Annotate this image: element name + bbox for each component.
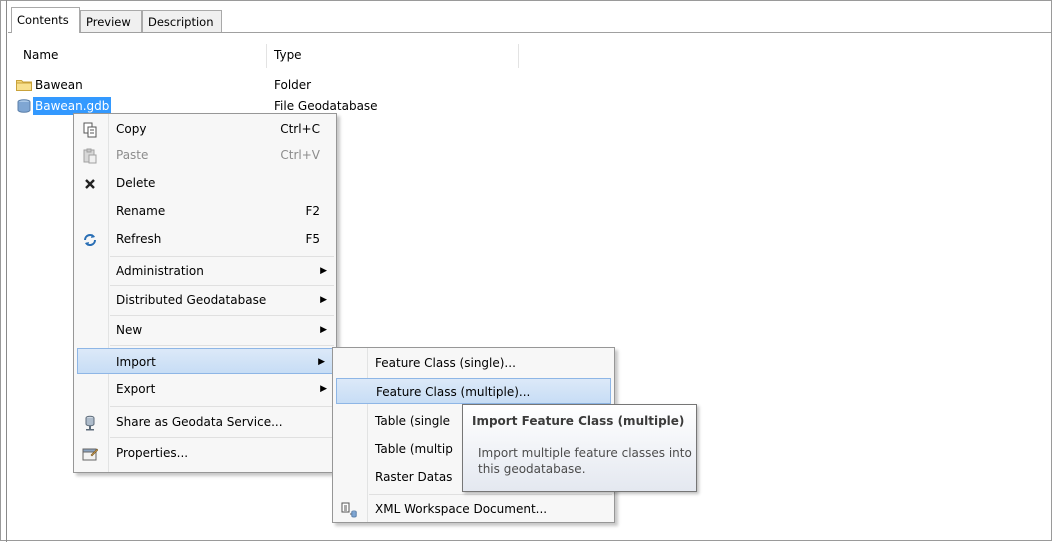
delete-icon xyxy=(82,175,98,191)
menu-item-export[interactable]: Export ▶ xyxy=(76,376,334,402)
tooltip-title: Import Feature Class (multiple) xyxy=(472,414,685,428)
geodata-service-icon xyxy=(82,414,98,431)
menu-separator xyxy=(110,315,334,316)
submenu-arrow-icon: ▶ xyxy=(320,325,327,335)
column-separator[interactable] xyxy=(518,44,519,68)
submenu-item-xml-workspace-document[interactable]: XML Workspace Document... xyxy=(335,496,612,522)
tooltip-body: Import multiple feature classes into thi… xyxy=(478,446,692,476)
menu-item-label: Copy xyxy=(116,122,147,136)
submenu-arrow-icon: ▶ xyxy=(320,266,327,276)
menu-item-label: New xyxy=(116,323,143,337)
tab-preview[interactable]: Preview xyxy=(80,10,142,32)
menu-item-label: Rename xyxy=(116,204,166,218)
menu-separator xyxy=(110,256,334,257)
menu-item-share-geodata-service[interactable]: Share as Geodata Service... xyxy=(76,409,334,435)
menu-item-import[interactable]: Import ▶ xyxy=(77,348,333,374)
submenu-arrow-icon: ▶ xyxy=(320,295,327,305)
menu-item-label: Feature Class (multiple)... xyxy=(376,385,531,399)
menu-item-label: Share as Geodata Service... xyxy=(116,415,283,429)
column-header-name[interactable]: Name xyxy=(23,48,58,62)
menu-item-copy[interactable]: Copy Ctrl+C xyxy=(76,116,334,142)
menu-item-label: Properties... xyxy=(116,446,189,460)
menu-separator xyxy=(110,437,334,438)
menu-item-shortcut: F2 xyxy=(305,204,320,218)
window-left-border xyxy=(6,0,7,542)
menu-item-properties[interactable]: Properties... xyxy=(76,440,334,466)
menu-item-label: Raster Datas xyxy=(375,470,453,484)
context-menu: Copy Ctrl+C Paste Ctrl+V Delete Rename F… xyxy=(73,113,337,473)
menu-separator xyxy=(369,494,612,495)
folder-icon xyxy=(16,78,32,91)
menu-item-administration[interactable]: Administration ▶ xyxy=(76,258,334,284)
menu-item-label: Table (single xyxy=(375,414,451,428)
tab-description[interactable]: Description xyxy=(142,10,222,32)
menu-item-refresh[interactable]: Refresh F5 xyxy=(76,226,334,252)
menu-separator xyxy=(110,345,334,346)
menu-item-label: Delete xyxy=(116,176,156,190)
menu-item-label: Distributed Geodatabase xyxy=(116,293,267,307)
menu-item-shortcut: Ctrl+C xyxy=(280,122,320,136)
menu-item-shortcut: Ctrl+V xyxy=(280,148,320,162)
refresh-icon xyxy=(82,231,98,247)
menu-separator xyxy=(110,285,334,286)
submenu-arrow-icon: ▶ xyxy=(320,384,327,394)
menu-item-distributed-geodatabase[interactable]: Distributed Geodatabase ▶ xyxy=(76,287,334,313)
menu-separator xyxy=(110,406,334,407)
menu-item-paste[interactable]: Paste Ctrl+V xyxy=(76,142,334,168)
submenu-item-feature-class-single[interactable]: Feature Class (single)... xyxy=(335,350,612,376)
menu-item-shortcut: F5 xyxy=(305,232,320,246)
menu-item-label: Administration xyxy=(116,264,204,278)
menu-item-label: Import xyxy=(116,355,156,369)
menu-item-new[interactable]: New ▶ xyxy=(76,317,334,343)
xml-workspace-icon xyxy=(341,501,357,518)
column-header-type[interactable]: Type xyxy=(274,48,302,62)
copy-icon xyxy=(82,121,98,138)
submenu-arrow-icon: ▶ xyxy=(318,357,325,367)
menu-item-label: Table (multip xyxy=(375,442,453,456)
submenu-item-feature-class-multiple[interactable]: Feature Class (multiple)... xyxy=(336,378,611,404)
menu-item-delete[interactable]: Delete xyxy=(76,170,334,196)
column-separator[interactable] xyxy=(266,44,267,68)
tab-contents[interactable]: Contents xyxy=(11,7,80,33)
item-type: Folder xyxy=(274,78,312,92)
menu-item-label: Paste xyxy=(116,148,149,162)
geodatabase-icon xyxy=(16,99,32,113)
properties-icon xyxy=(82,445,99,461)
menu-item-label: Feature Class (single)... xyxy=(375,356,516,370)
item-name: Bawean xyxy=(35,78,83,92)
menu-item-label: Export xyxy=(116,382,156,396)
menu-item-rename[interactable]: Rename F2 xyxy=(76,198,334,224)
tab-divider xyxy=(8,32,1051,33)
tooltip: Import Feature Class (multiple) Import m… xyxy=(462,404,697,492)
menu-item-label: XML Workspace Document... xyxy=(375,502,548,516)
paste-icon xyxy=(82,147,98,164)
menu-item-label: Refresh xyxy=(116,232,162,246)
list-item[interactable]: Bawean Folder xyxy=(16,76,516,94)
